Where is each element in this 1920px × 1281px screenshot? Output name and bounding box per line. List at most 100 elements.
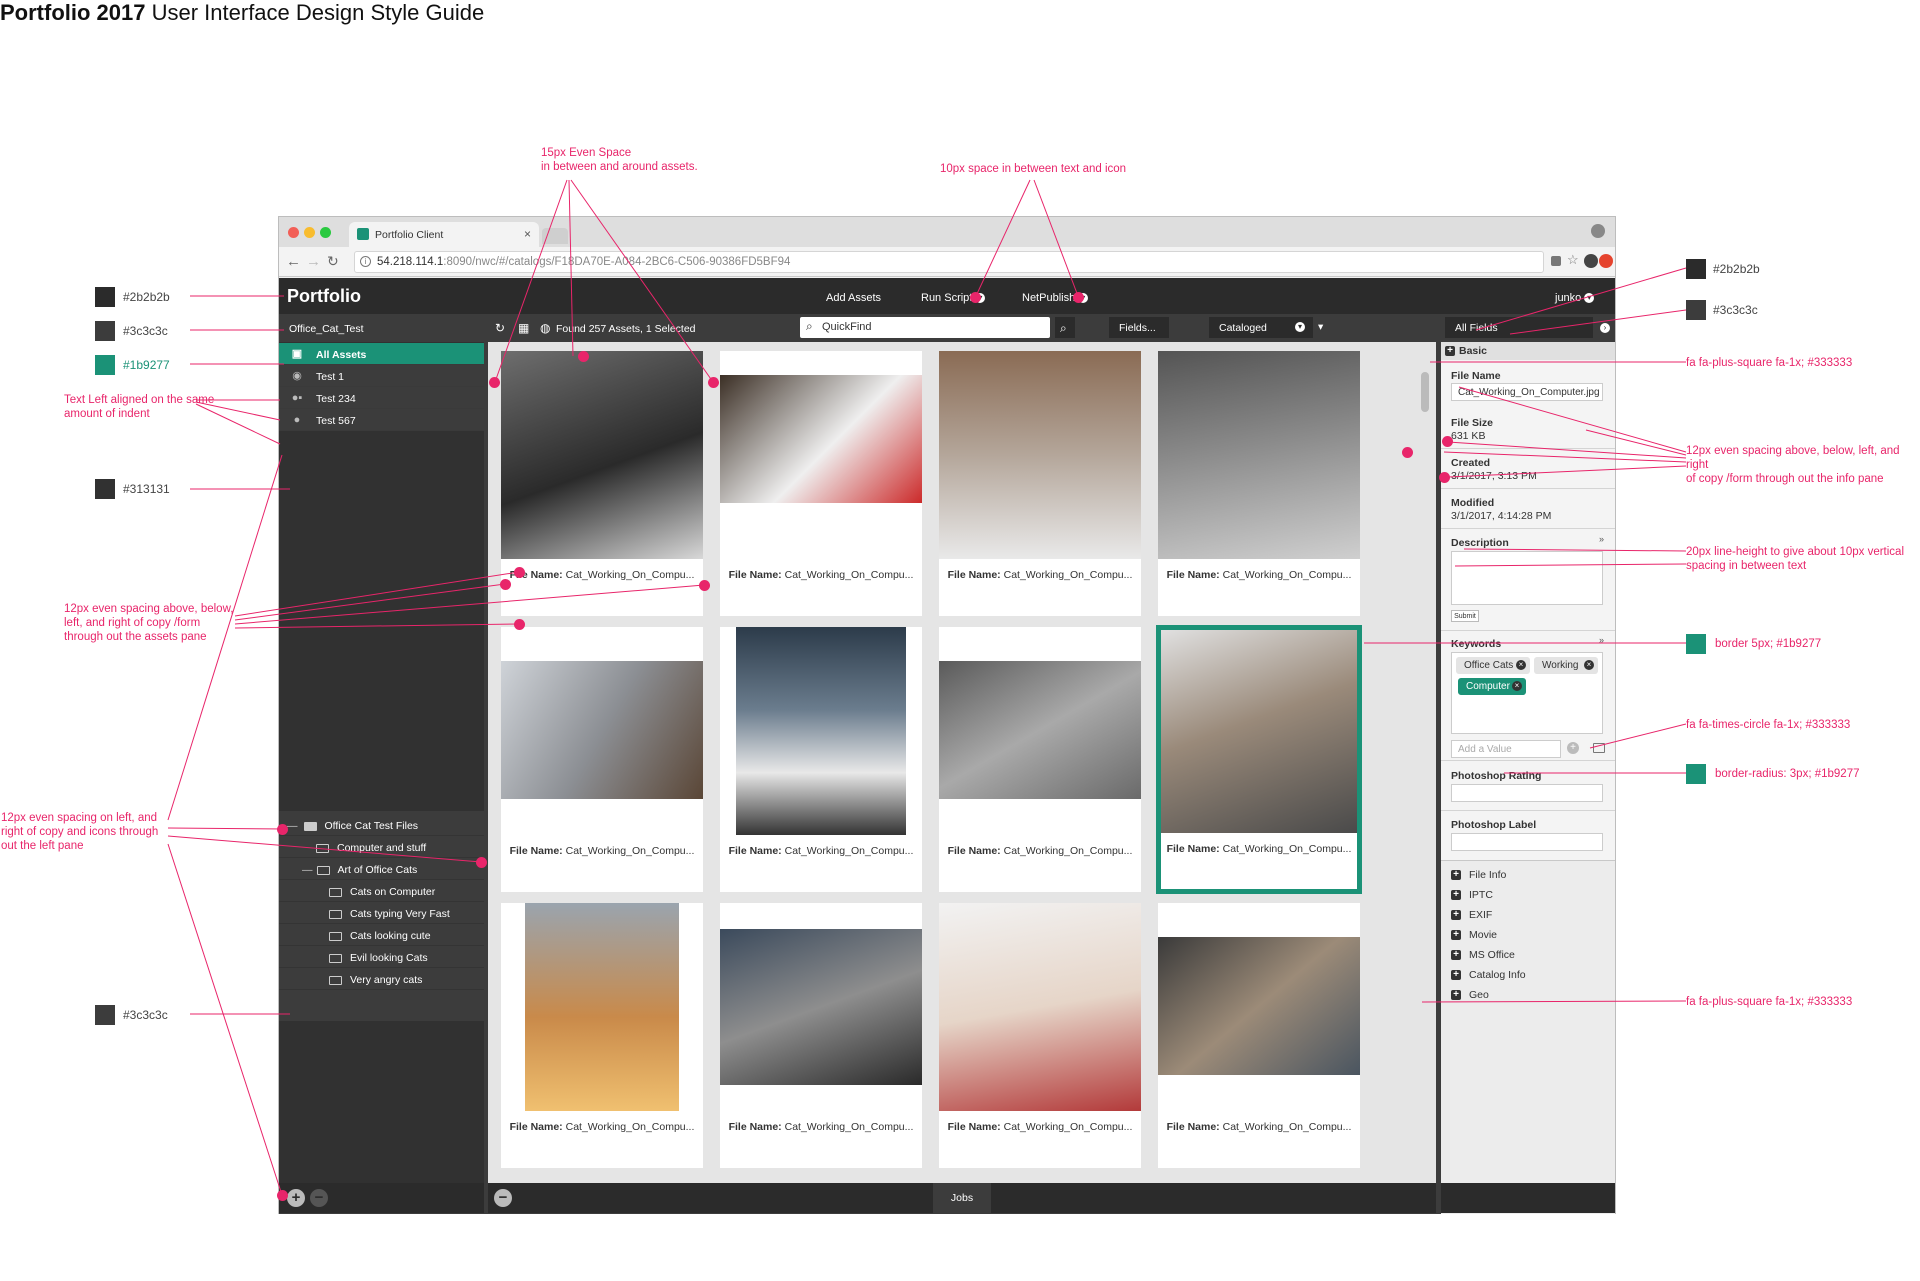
- reload-icon[interactable]: ↻: [327, 253, 339, 270]
- section-catalog-info[interactable]: + Catalog Info: [1451, 969, 1526, 981]
- asset-card[interactable]: File Name: Cat_Working_On_Compu...: [720, 903, 922, 1168]
- folder-item[interactable]: Cats typing Very Fast: [279, 902, 484, 924]
- url-field[interactable]: i 54.218.114.1:8090/nwc/#/catalogs/F18DA…: [354, 251, 1544, 273]
- remove-gallery-button[interactable]: −: [310, 1189, 328, 1207]
- search-button[interactable]: ⌕: [1055, 317, 1075, 338]
- fields-button[interactable]: Fields...: [1109, 317, 1169, 338]
- add-keyword-button[interactable]: +: [1567, 742, 1579, 754]
- remove-asset-button[interactable]: −: [494, 1189, 512, 1207]
- color-swatch: [95, 1005, 115, 1025]
- keyword-chip[interactable]: Office Cats ×: [1456, 657, 1530, 674]
- folder-item[interactable]: — Art of Office Cats: [279, 858, 484, 880]
- close-tab-icon[interactable]: ×: [524, 227, 531, 241]
- asset-thumbnail: [939, 903, 1141, 1111]
- minimize-window-button[interactable]: [304, 227, 315, 238]
- portfolio-logo[interactable]: Portfolio: [287, 286, 361, 307]
- quickfind-input[interactable]: ⌕ QuickFind: [800, 317, 1050, 338]
- times-circle-icon[interactable]: ×: [1584, 660, 1594, 670]
- gallery-test-1[interactable]: ◉ Test 1: [279, 365, 484, 387]
- asset-card[interactable]: File Name: Cat_Working_On_Compu...: [720, 351, 922, 616]
- new-tab-button[interactable]: [542, 228, 568, 244]
- star-icon[interactable]: ☆: [1567, 252, 1581, 267]
- gallery-all-assets[interactable]: ▣ All Assets: [279, 343, 484, 365]
- description-textarea[interactable]: [1451, 551, 1603, 605]
- section-file-info[interactable]: + File Info: [1451, 869, 1506, 881]
- asset-card-selected[interactable]: File Name: Cat_Working_On_Compu...: [1156, 625, 1362, 894]
- file-name-field[interactable]: Cat_Working_On_Computer.jpg: [1451, 383, 1603, 401]
- asset-card[interactable]: File Name: Cat_Working_On_Compu...: [501, 903, 703, 1168]
- annotation-marker: [514, 619, 525, 630]
- chevron-right-icon[interactable]: ›: [1600, 323, 1610, 333]
- collapse-chevron-icon[interactable]: »: [1599, 534, 1604, 544]
- folder-item[interactable]: Very angry cats: [279, 968, 484, 990]
- asset-card[interactable]: File Name: Cat_Working_On_Compu...: [939, 903, 1141, 1168]
- plus-square-icon: +: [1451, 970, 1461, 981]
- fields-filter-select[interactable]: All Fields: [1445, 317, 1593, 338]
- asset-card[interactable]: File Name: Cat_Working_On_Compu...: [501, 627, 703, 892]
- folder-item[interactable]: — Office Cat Test Files: [279, 814, 484, 836]
- modified-value: 3/1/2017, 4:14:28 PM: [1451, 510, 1552, 522]
- collapse-icon[interactable]: —: [287, 820, 298, 832]
- asset-card[interactable]: File Name: Cat_Working_On_Compu...: [939, 351, 1141, 616]
- key-icon[interactable]: [1551, 256, 1561, 266]
- asset-card[interactable]: File Name: Cat_Working_On_Compu...: [501, 351, 703, 616]
- forward-icon[interactable]: →: [306, 253, 321, 270]
- photoshop-label-field[interactable]: [1451, 833, 1603, 851]
- collapse-icon[interactable]: —: [302, 864, 313, 876]
- color-swatch: [95, 355, 115, 375]
- profile-icon[interactable]: [1591, 224, 1605, 238]
- add-assets-button[interactable]: Add Assets: [826, 292, 881, 304]
- annotation-marker: [500, 579, 511, 590]
- assets-scrollbar[interactable]: [1421, 372, 1429, 412]
- times-circle-icon[interactable]: ×: [1512, 681, 1522, 691]
- keyword-list-icon[interactable]: [1593, 743, 1605, 753]
- annotation-marker: [578, 351, 589, 362]
- keyword-chip[interactable]: Working ×: [1534, 657, 1598, 674]
- jobs-button[interactable]: Jobs: [933, 1183, 991, 1213]
- globe-icon[interactable]: ◍: [540, 321, 550, 335]
- extension-icon[interactable]: [1584, 254, 1598, 268]
- swatch-label: #2b2b2b: [1713, 262, 1760, 276]
- submit-button[interactable]: Submit: [1451, 610, 1479, 622]
- back-icon[interactable]: ←: [286, 253, 301, 270]
- collapse-chevron-icon[interactable]: »: [1599, 635, 1604, 645]
- folder-item[interactable]: Cats on Computer: [279, 880, 484, 902]
- close-window-button[interactable]: [288, 227, 299, 238]
- section-iptc[interactable]: + IPTC: [1451, 889, 1493, 901]
- catalog-name[interactable]: Office_Cat_Test: [279, 314, 484, 342]
- grid-view-icon[interactable]: ▦: [518, 321, 529, 335]
- times-circle-icon[interactable]: ×: [1516, 660, 1526, 670]
- asset-card[interactable]: File Name: Cat_Working_On_Compu...: [1158, 351, 1360, 616]
- asset-card[interactable]: File Name: Cat_Working_On_Compu...: [1158, 903, 1360, 1168]
- sort-dropdown-icon[interactable]: ▾: [1318, 321, 1323, 333]
- asset-card[interactable]: File Name: Cat_Working_On_Compu...: [939, 627, 1141, 892]
- swatch-label: #3c3c3c: [1713, 303, 1758, 317]
- browser-tab[interactable]: Portfolio Client ×: [349, 222, 539, 247]
- maximize-window-button[interactable]: [320, 227, 331, 238]
- folder-item[interactable]: Computer and stuff: [279, 836, 484, 858]
- add-value-input[interactable]: Add a Value: [1451, 740, 1561, 758]
- asset-card[interactable]: File Name: Cat_Working_On_Compu...: [720, 627, 922, 892]
- extension-red-icon[interactable]: [1599, 254, 1613, 268]
- annotation-border-radius: border-radius: 3px; #1b9277: [1715, 768, 1860, 780]
- section-movie[interactable]: + Movie: [1451, 929, 1497, 941]
- user-menu[interactable]: junko ▾: [1555, 292, 1595, 304]
- keyword-chip-active[interactable]: Computer ×: [1458, 678, 1526, 695]
- photoshop-rating-field[interactable]: [1451, 784, 1603, 802]
- cataloged-select[interactable]: Cataloged ▾: [1209, 317, 1313, 338]
- add-gallery-button[interactable]: +: [287, 1189, 305, 1207]
- plus-square-icon: +: [1445, 346, 1455, 356]
- folder-item[interactable]: Cats looking cute: [279, 924, 484, 946]
- refresh-icon[interactable]: ↻: [495, 321, 505, 335]
- annotation-assets-spacing: 12px even spacing above, below, left, an…: [64, 603, 234, 643]
- left-pane: Office_Cat_Test ▣ All Assets ◉ Test 1 ●▪…: [279, 314, 484, 1185]
- basic-section-header[interactable]: + Basic: [1441, 342, 1615, 360]
- keywords-box[interactable]: Office Cats × Working × Computer ×: [1451, 652, 1603, 734]
- folder-item[interactable]: Evil looking Cats: [279, 946, 484, 968]
- annotation-marker: [489, 377, 500, 388]
- section-exif[interactable]: + EXIF: [1451, 909, 1492, 921]
- gallery-test-567[interactable]: ● Test 567: [279, 409, 484, 431]
- section-ms-office[interactable]: + MS Office: [1451, 949, 1515, 961]
- gallery-test-234[interactable]: ●▪ Test 234: [279, 387, 484, 409]
- section-geo[interactable]: + Geo: [1451, 989, 1489, 1001]
